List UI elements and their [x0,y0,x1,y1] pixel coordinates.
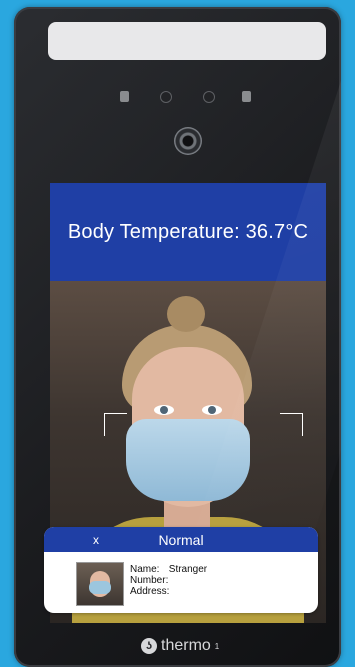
sensor-left-icon [120,91,129,102]
name-label: Name: [130,564,160,575]
sensor-right-icon [242,91,251,102]
top-light-bar [48,22,326,60]
brand-logo: ʖ thermo 1 [141,637,219,655]
thumbnail-mask [89,581,111,594]
face-frame-corner-tr [280,413,303,436]
face-frame-corner-tl [104,413,127,436]
face-thumbnail [76,562,124,606]
sensor-dot-icon [203,91,215,103]
brand-sup: 1 [214,641,220,651]
status-label: Normal [158,532,204,548]
person-info: Name: Stranger Number: Address: [130,564,207,597]
temperature-readout: Body Temperature: 36.7°C [67,220,309,243]
number-label: Number: [130,575,169,586]
address-label: Address: [130,586,170,597]
temperature-header: Body Temperature: 36.7°C [50,183,326,281]
name-value: Stranger [168,564,208,575]
result-card-header: x Normal [44,527,318,552]
sensor-dot-icon [160,91,172,103]
thermo-logo-icon: ʖ [141,638,157,654]
info-row-number: Number: [130,575,207,586]
info-row-name: Name: Stranger [130,564,207,575]
left-eye [154,405,174,415]
person-hair-bun [167,296,205,332]
brand-name: thermo [161,637,211,654]
right-eye [202,405,222,415]
camera-lens-icon [174,127,202,155]
face-mask [126,419,250,501]
info-row-address: Address: [130,586,207,597]
detection-result-card: x Normal Name: Stranger Number: Address: [44,527,318,613]
